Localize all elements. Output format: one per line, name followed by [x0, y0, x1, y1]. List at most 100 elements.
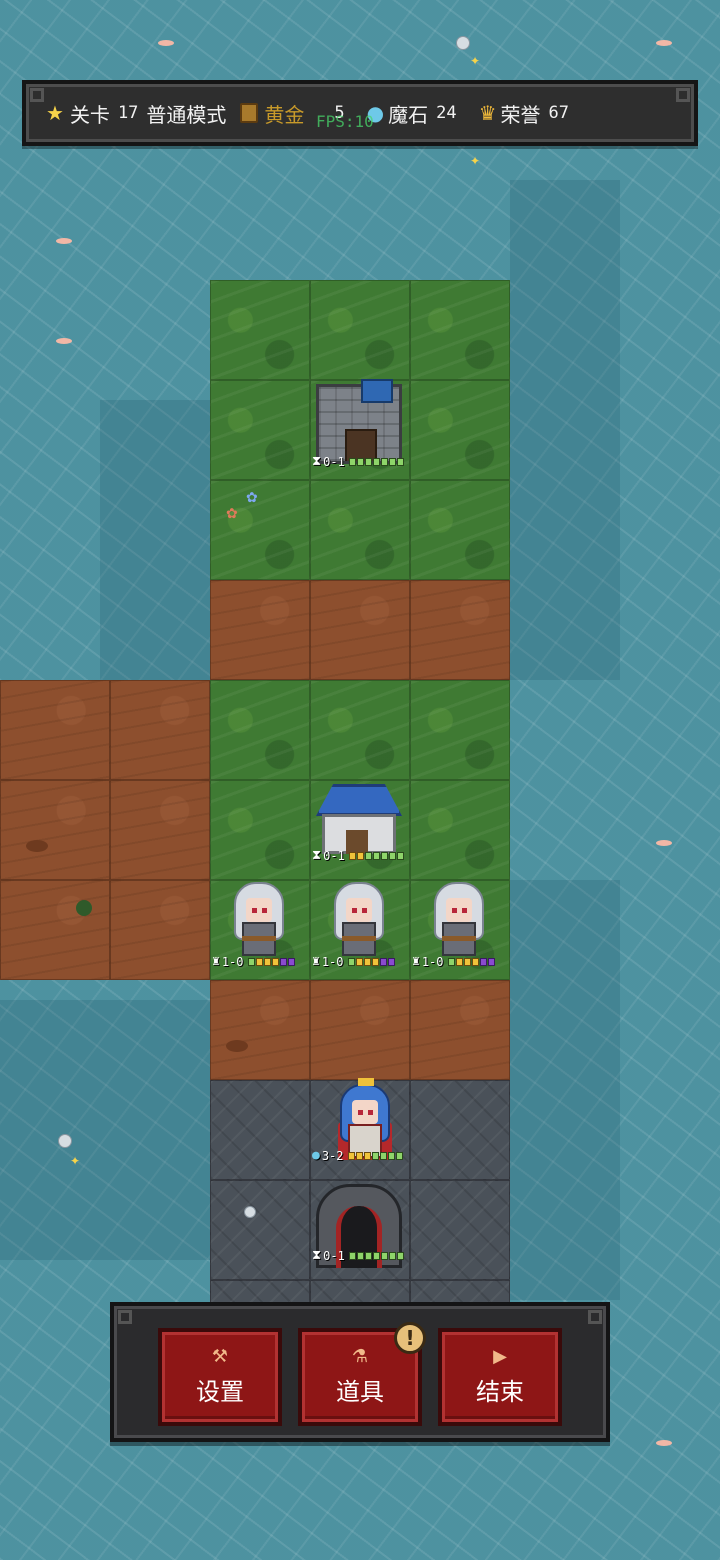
dirt-tile[interactable] — [0, 880, 110, 980]
knight-hud: ♜ 1-0 — [212, 954, 295, 969]
gold-label: 黄金 — [264, 102, 305, 127]
flower-decoration: ✿ — [226, 506, 238, 522]
house-roof — [316, 784, 402, 816]
resource-bar: ★ 关卡 17 普通模式 黄金 5 ● 魔石 24 ♛ 荣誉 67 FPS:10 — [22, 80, 698, 146]
bush-decoration — [76, 900, 92, 916]
dirt-tile[interactable] — [210, 580, 310, 680]
water-shade — [510, 180, 620, 680]
grass-tile[interactable] — [410, 280, 510, 380]
corner-ornament — [676, 88, 690, 102]
items-label: 道具 — [336, 1377, 384, 1406]
sword-icon: ♜ — [412, 954, 420, 969]
dirt-tile[interactable] — [210, 980, 310, 1080]
dirt-tile[interactable] — [110, 780, 210, 880]
knight-unit[interactable] — [224, 882, 294, 962]
castle-health-bar — [348, 457, 404, 466]
knight-hud-value: 1-0 — [421, 954, 444, 969]
water-shade — [0, 1000, 210, 1260]
corner-ornament — [588, 1310, 602, 1324]
rock-decoration — [26, 840, 48, 852]
grass-tile[interactable] — [410, 680, 510, 780]
dirt-tile[interactable] — [110, 680, 210, 780]
house-building[interactable] — [316, 784, 402, 854]
grass-tile[interactable] — [310, 680, 410, 780]
queen-hud: ● 3-2 — [312, 1148, 403, 1163]
castle-building[interactable] — [316, 379, 402, 464]
fish-decoration — [656, 40, 672, 46]
hourglass-icon: ⧗ — [312, 1248, 322, 1263]
house-hud: ⧗ 0-1 — [312, 848, 404, 863]
gate-hud: ⧗ 0-1 — [312, 1248, 404, 1263]
house-hud-value: 0-1 — [323, 848, 345, 863]
grass-tile[interactable] — [410, 480, 510, 580]
dirt-tile[interactable] — [310, 980, 410, 1080]
pebble-decoration — [58, 1134, 72, 1148]
settings-button[interactable]: ⚒ 设置 — [158, 1328, 282, 1426]
grass-tile[interactable] — [210, 680, 310, 780]
knight-hud-value: 1-0 — [321, 954, 344, 969]
level-label: 关卡 — [69, 102, 110, 127]
items-button[interactable]: ⚗ 道具 ! — [298, 1322, 426, 1426]
knight-hud: ♜ 1-0 — [312, 954, 395, 969]
water-shade — [510, 880, 620, 1300]
gate-health-bar — [348, 1251, 404, 1260]
grass-tile[interactable] — [210, 380, 310, 480]
play-icon: ▶ — [493, 1345, 507, 1367]
dirt-tile[interactable] — [110, 880, 210, 980]
dirt-tile[interactable] — [310, 580, 410, 680]
sparkle-decoration: ✦ — [470, 154, 481, 168]
end-label: 结束 — [476, 1377, 524, 1406]
corner-ornament — [30, 88, 44, 102]
grass-tile[interactable] — [310, 480, 410, 580]
sword-icon: ♜ — [212, 954, 220, 969]
magic-stone-label: 魔石 — [388, 102, 429, 127]
sparkle-decoration: ✦ — [470, 54, 481, 68]
rock-decoration — [226, 1040, 248, 1052]
gate-hud-value: 0-1 — [323, 1248, 345, 1263]
knight-health-bar — [247, 957, 295, 966]
grass-tile[interactable] — [210, 280, 310, 380]
dirt-tile[interactable] — [0, 680, 110, 780]
action-panel: ⚒ 设置 ⚗ 道具 ! ▶ 结束 — [110, 1302, 610, 1442]
end-turn-button[interactable]: ▶ 结束 — [438, 1328, 562, 1426]
grass-tile[interactable] — [410, 780, 510, 880]
stone-tile[interactable] — [210, 1180, 310, 1280]
level-value: 17 — [117, 103, 139, 123]
hourglass-icon: ⧗ — [312, 454, 322, 469]
sword-icon: ♜ — [312, 954, 320, 969]
stone-tile[interactable] — [210, 1080, 310, 1180]
grass-tile[interactable] — [410, 380, 510, 480]
knight-hud-value: 1-0 — [221, 954, 244, 969]
settings-label: 设置 — [196, 1377, 244, 1406]
star-icon: ★ — [46, 101, 64, 125]
stone-tile[interactable] — [410, 1080, 510, 1180]
knight-hud: ♜ 1-0 — [412, 954, 495, 969]
knight-unit[interactable] — [324, 882, 394, 962]
knight-unit[interactable] — [424, 882, 494, 962]
grass-tile[interactable] — [210, 780, 310, 880]
castle-hud: ⧗ 0-1 — [312, 454, 404, 469]
stone-tile[interactable] — [410, 1180, 510, 1280]
orb-icon: ● — [312, 1148, 320, 1163]
pebble-decoration — [456, 36, 470, 50]
dirt-tile[interactable] — [410, 980, 510, 1080]
house-health-bar — [348, 851, 404, 860]
dirt-tile[interactable] — [0, 780, 110, 880]
grass-tile[interactable] — [210, 480, 310, 580]
fish-decoration — [56, 338, 72, 344]
queen-hud-value: 3-2 — [321, 1148, 344, 1163]
dirt-tile[interactable] — [410, 580, 510, 680]
grass-tile[interactable] — [310, 280, 410, 380]
fish-decoration — [158, 40, 174, 46]
castle-hud-value: 0-1 — [323, 454, 345, 469]
level-stat: ★ 关卡 17 普通模式 — [46, 99, 226, 128]
pebble-decoration — [244, 1206, 256, 1218]
queen-health-bar — [347, 1151, 403, 1160]
fish-decoration — [656, 840, 672, 846]
magic-stone-stat: ● 魔石 24 — [367, 99, 465, 128]
fish-decoration — [56, 238, 72, 244]
water-shade — [100, 400, 210, 680]
knight-health-bar — [347, 957, 395, 966]
potion-icon: ⚗ — [351, 1345, 369, 1367]
fps-overlay: FPS:10 — [316, 112, 374, 131]
